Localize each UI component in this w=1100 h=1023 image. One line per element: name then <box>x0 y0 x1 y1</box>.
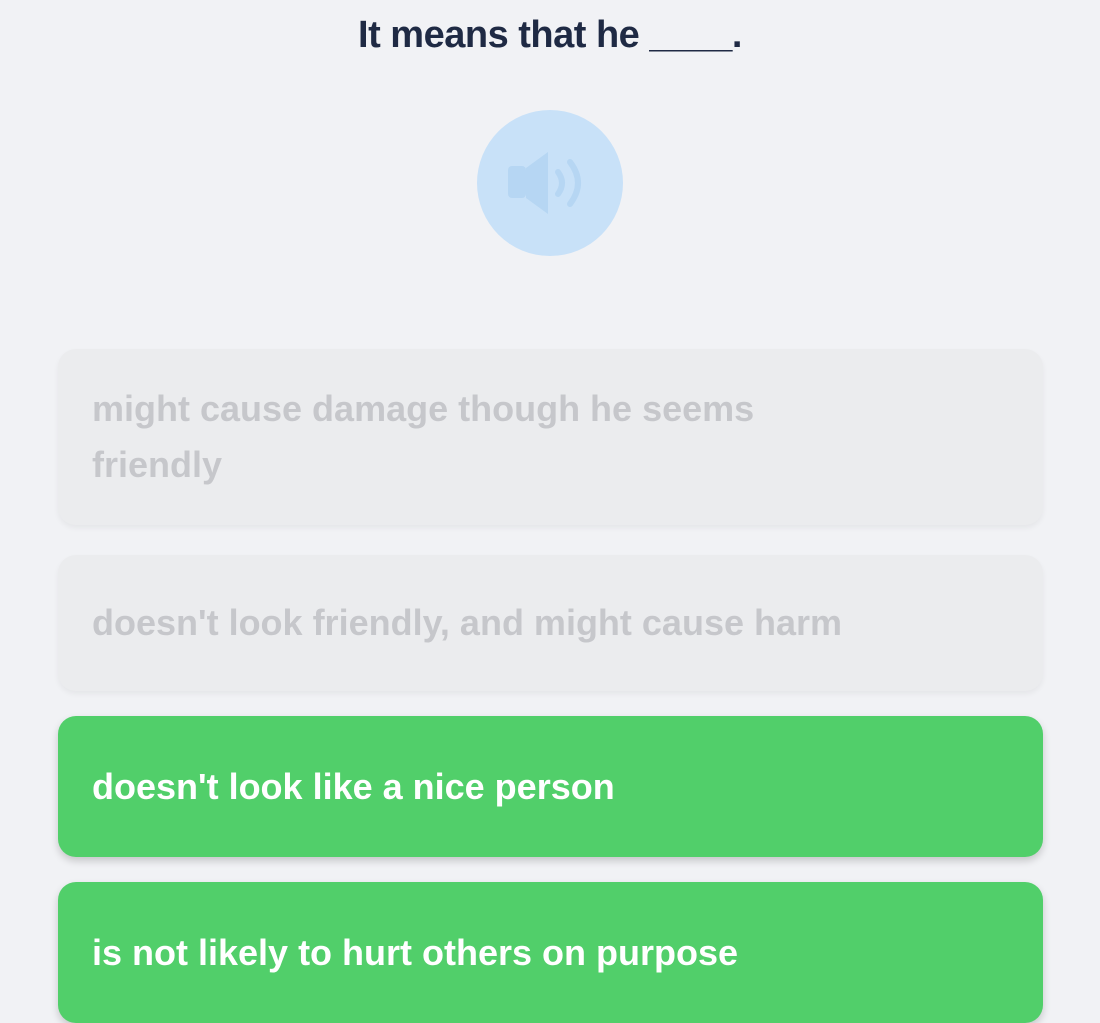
speaker-icon <box>508 152 581 214</box>
answer-option-4[interactable]: is not likely to hurt others on purpose <box>58 882 1043 1023</box>
play-audio-button[interactable] <box>477 110 623 256</box>
answer-option-label: doesn't look friendly, and might cause h… <box>92 602 843 643</box>
answer-option-3[interactable]: doesn't look like a nice person <box>58 716 1043 857</box>
answer-option-1[interactable]: might cause damage though he seems frien… <box>58 349 1043 525</box>
answer-option-label: might cause damage though he seems frien… <box>92 388 755 485</box>
answer-option-label: is not likely to hurt others on purpose <box>92 931 739 973</box>
answer-option-label: doesn't look like a nice person <box>92 765 615 807</box>
question-text: It means that he ____. <box>358 14 742 56</box>
answer-option-2[interactable]: doesn't look friendly, and might cause h… <box>58 555 1043 691</box>
